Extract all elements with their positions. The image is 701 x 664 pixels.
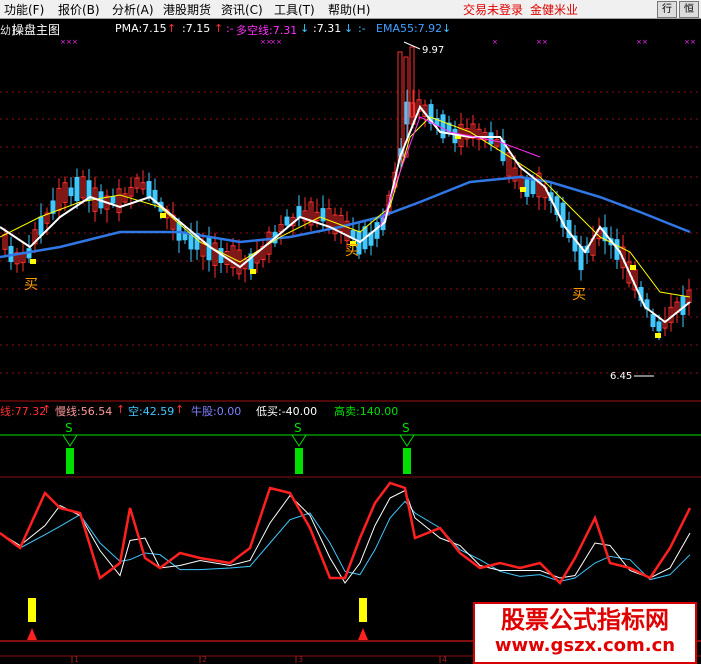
menu-bar: 功能(F) 报价(B) 分析(A) 港股期货 资讯(C) 工具(T) 帮助(H)… xyxy=(0,0,701,19)
menu-analysis[interactable]: 分析(A) xyxy=(112,1,154,18)
main-chart-title[interactable]: 操盘主图 xyxy=(12,21,60,38)
window-icon[interactable]: 恒 xyxy=(679,1,699,18)
sell-signal-icon xyxy=(291,434,307,447)
candle-body xyxy=(68,187,74,197)
buy-signal-icon xyxy=(358,628,368,640)
watermark-logo: 股票公式指标网 www.gszx.com.cn xyxy=(473,602,697,664)
cross-marker: × xyxy=(60,38,66,46)
pma-value: PMA:7.15 xyxy=(115,22,167,35)
menu-tools[interactable]: 工具(T) xyxy=(274,1,315,18)
sell-signal-label: S xyxy=(65,421,73,435)
dkx2-arrow-icon: ↓ xyxy=(344,22,354,35)
ema-sep: :- xyxy=(358,22,366,35)
high-price-arrow-icon xyxy=(403,41,421,50)
signal-marker xyxy=(630,265,636,270)
candle-body xyxy=(440,114,446,139)
fast-line xyxy=(0,481,692,586)
watermark-title: 股票公式指标网 xyxy=(501,606,669,634)
cross-marker: × xyxy=(636,38,642,46)
pma2-value: :7.15 xyxy=(182,22,211,35)
high-sell-value: 高卖:140.00 xyxy=(334,405,399,418)
cross-marker: × xyxy=(690,38,696,46)
slow-line-value: 慢线:56.54 xyxy=(55,405,113,418)
menu-help[interactable]: 帮助(H) xyxy=(328,1,370,18)
dkx-sep: :- xyxy=(226,22,234,35)
candle-body xyxy=(74,176,80,202)
cross-marker: × xyxy=(270,38,276,46)
sell-signal-icon xyxy=(399,434,415,447)
cross-marker: × xyxy=(642,38,648,46)
candle-body xyxy=(146,181,152,197)
signal-marker xyxy=(250,269,256,274)
sell-signal-bar xyxy=(403,448,411,474)
menu-hk-futures[interactable]: 港股期货 xyxy=(163,1,211,18)
sell-signal-bar xyxy=(66,448,74,474)
cross-marker: × xyxy=(260,38,266,46)
dkx-line xyxy=(0,105,691,324)
candle-body xyxy=(488,132,494,145)
fast-line-value: 线:77.32 xyxy=(0,405,47,418)
cross-marker: × xyxy=(66,38,72,46)
slow-arrow-icon: ↑ xyxy=(116,403,126,416)
short-line xyxy=(0,500,691,582)
sell-signal-label: S xyxy=(402,421,410,435)
candle-body xyxy=(530,180,536,195)
sub-indicator-bar: 线:77.32 ↑ 慢线:56.54 ↑ 空:42.59 ↑ 牛股:0.00 低… xyxy=(0,402,701,418)
cross-marker: × xyxy=(276,38,282,46)
menu-function[interactable]: 功能(F) xyxy=(4,1,44,18)
buy-signal-label: 买 xyxy=(572,287,586,303)
high-price-label: 9.97 xyxy=(422,45,444,56)
bull-value: 牛股:0.00 xyxy=(191,405,242,418)
buy-signal-label: 买 xyxy=(345,243,359,259)
signal-marker xyxy=(30,259,36,264)
axis-tick-label: 1 xyxy=(74,655,79,663)
cross-marker: × xyxy=(492,38,498,46)
ema-value: EMA55:7.92 xyxy=(376,22,443,35)
cross-marker: × xyxy=(684,38,690,46)
cross-marker: × xyxy=(536,38,542,46)
ema-arrow-icon: ↓ xyxy=(442,22,452,35)
buy-signal-bar xyxy=(28,598,36,622)
low-buy-value: 低买:-40.00 xyxy=(256,405,318,418)
sell-signal-icon xyxy=(62,434,78,447)
candle-body xyxy=(38,216,44,236)
axis-tick-label: 3 xyxy=(298,655,303,663)
login-status[interactable]: 交易未登录 xyxy=(463,1,523,18)
axis-tick-label: 2 xyxy=(202,655,207,663)
candle-body xyxy=(656,321,662,332)
signal-marker xyxy=(520,187,526,192)
sell-signal-bar xyxy=(295,448,303,474)
candle-body xyxy=(110,196,116,204)
buy-signal-label: 买 xyxy=(24,277,38,293)
candle-body xyxy=(650,313,656,328)
candlestick-chart[interactable]: × × × × ×× × × × × × × × ×9.976.45买买买 xyxy=(0,37,701,402)
pma2-arrow-icon: ↑ xyxy=(214,22,224,35)
signal-marker xyxy=(160,213,166,218)
axis-tick-label: 4 xyxy=(442,655,447,663)
indicator-bar: 幼) 操盘主图 PMA:7.15 ↑ :7.15 ↑ :- 多空线:7.31 ↓… xyxy=(0,19,701,37)
menu-quote[interactable]: 报价(B) xyxy=(58,1,100,18)
cross-marker: × xyxy=(72,38,78,46)
quote-button[interactable]: 行 xyxy=(657,1,677,18)
sell-signal-label: S xyxy=(294,421,302,435)
dkx2-value: :7.31 xyxy=(313,22,342,35)
cross-marker: × xyxy=(542,38,548,46)
short-arrow-icon: ↑ xyxy=(175,403,185,416)
short-value: 空:42.59 xyxy=(128,405,175,418)
pma-arrow-icon: ↑ xyxy=(167,22,177,35)
fast-arrow-icon: ↑ xyxy=(42,403,52,416)
low-price-label: 6.45 xyxy=(610,371,632,382)
menu-info[interactable]: 资讯(C) xyxy=(221,1,263,18)
candle-body xyxy=(296,206,302,219)
candle-body xyxy=(284,216,290,226)
dkx-value: 多空线:7.31 xyxy=(236,24,298,37)
buy-signal-bar xyxy=(359,598,367,622)
dkx-arrow-icon: ↓ xyxy=(300,22,310,35)
signal-marker xyxy=(655,333,661,338)
signal-panel[interactable]: SSS xyxy=(0,418,701,478)
buy-signal-icon xyxy=(27,628,37,640)
candle-body xyxy=(206,237,212,261)
broker-name: 金健米业 xyxy=(530,3,579,17)
watermark-url: www.gszx.com.cn xyxy=(494,635,676,656)
